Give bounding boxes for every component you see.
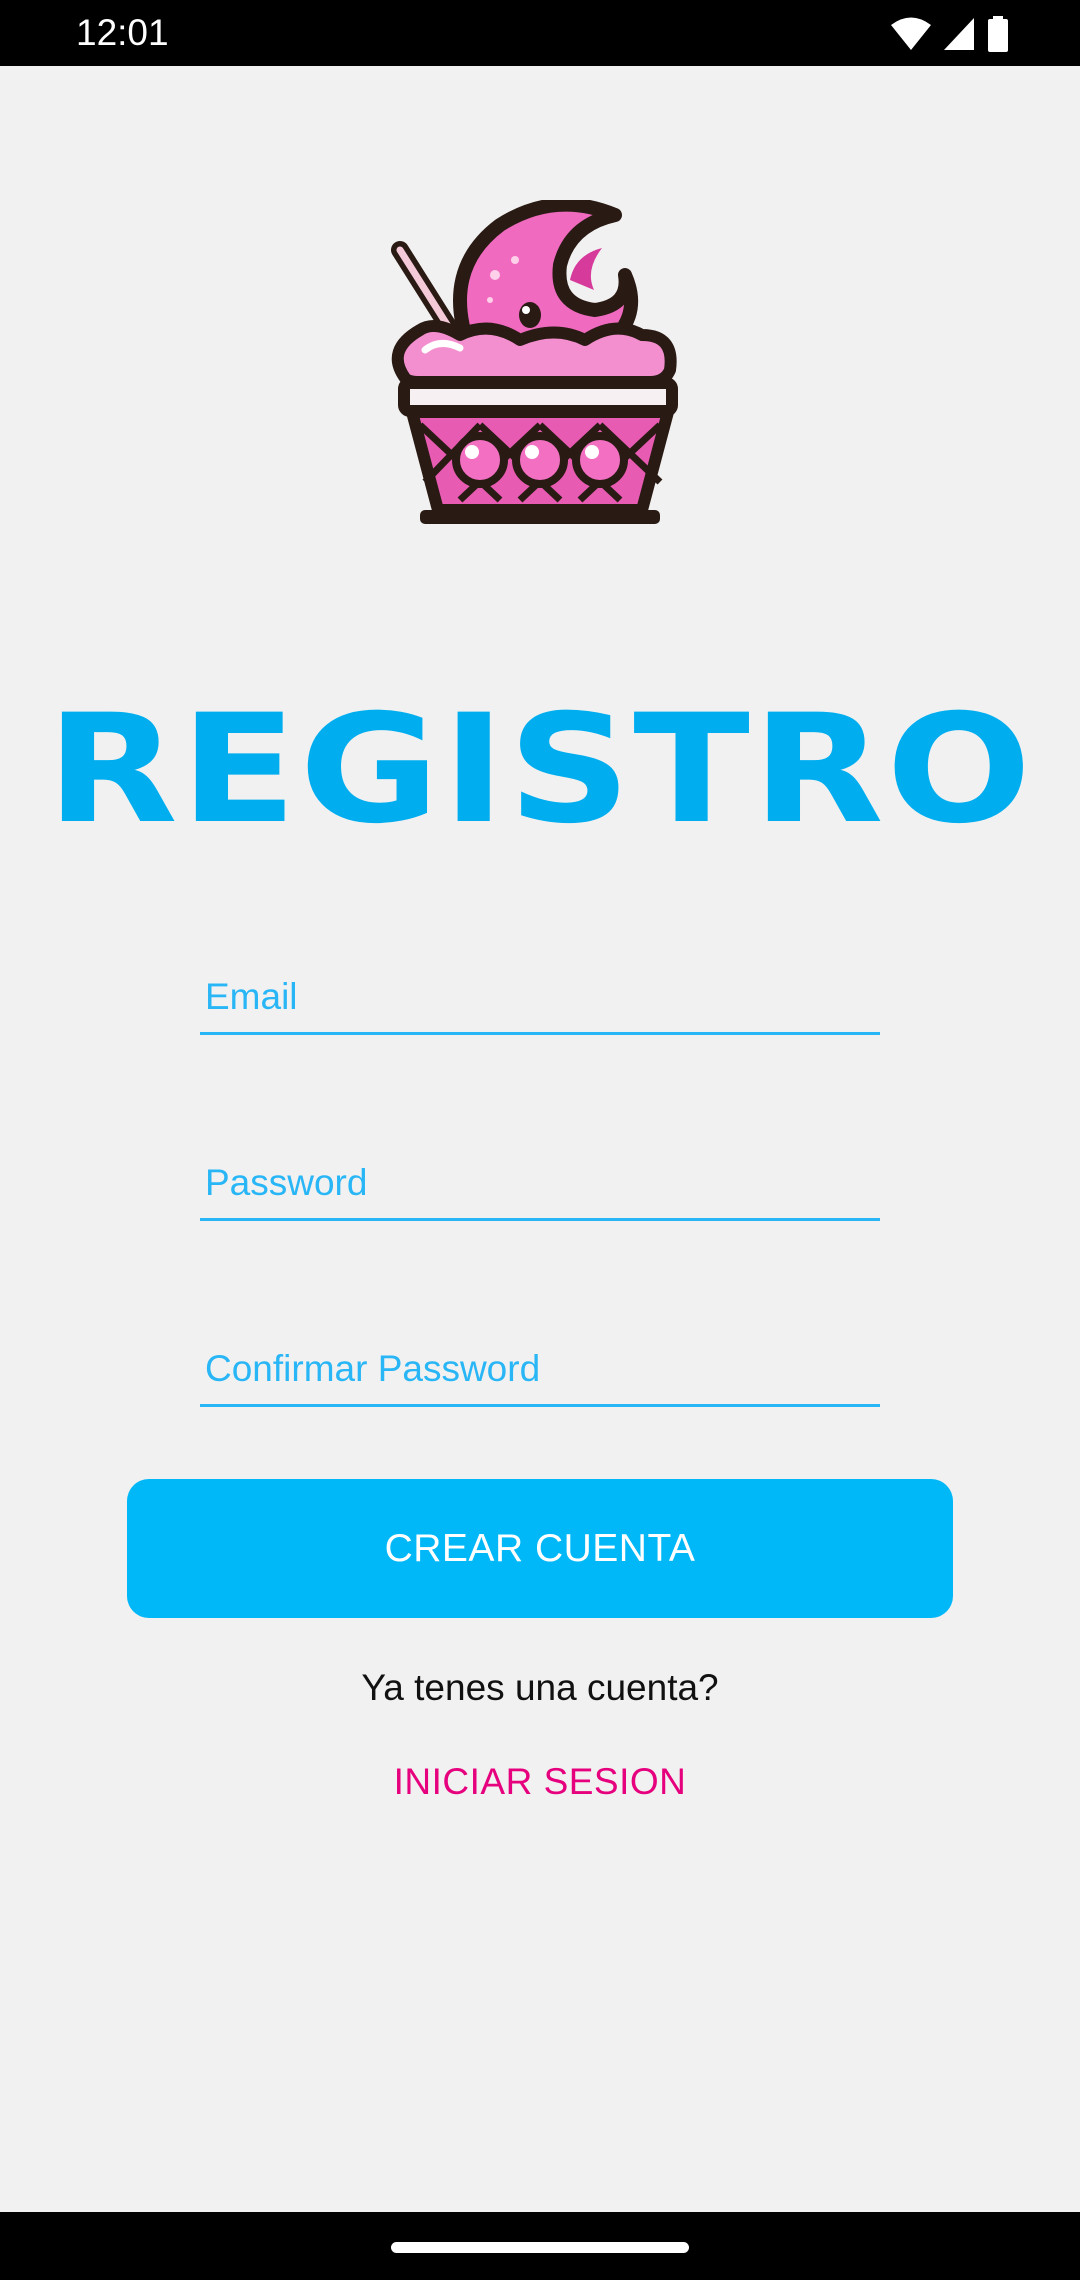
login-link[interactable]: INICIAR SESION xyxy=(0,1758,1080,1806)
email-field[interactable] xyxy=(200,962,880,1035)
account-question-text: Ya tenes una cuenta? xyxy=(361,1667,719,1708)
ice-cream-cup-logo xyxy=(380,197,700,540)
status-icons xyxy=(890,16,1010,52)
page-title: REGISTRO xyxy=(46,683,1034,857)
status-bar: 12:01 xyxy=(0,0,1080,66)
email-input[interactable] xyxy=(200,962,880,1032)
home-handle[interactable] xyxy=(391,2242,689,2253)
status-time: 12:01 xyxy=(76,12,169,53)
wifi-icon xyxy=(890,16,932,52)
navigation-bar xyxy=(0,2212,1080,2280)
confirm-password-input[interactable] xyxy=(200,1334,880,1404)
cellular-signal-icon xyxy=(942,16,976,52)
confirm-password-field[interactable] xyxy=(200,1334,880,1407)
password-field[interactable] xyxy=(200,1148,880,1221)
create-account-button[interactable]: CREAR CUENTA xyxy=(127,1479,953,1618)
battery-icon xyxy=(986,16,1010,52)
password-input[interactable] xyxy=(200,1148,880,1218)
